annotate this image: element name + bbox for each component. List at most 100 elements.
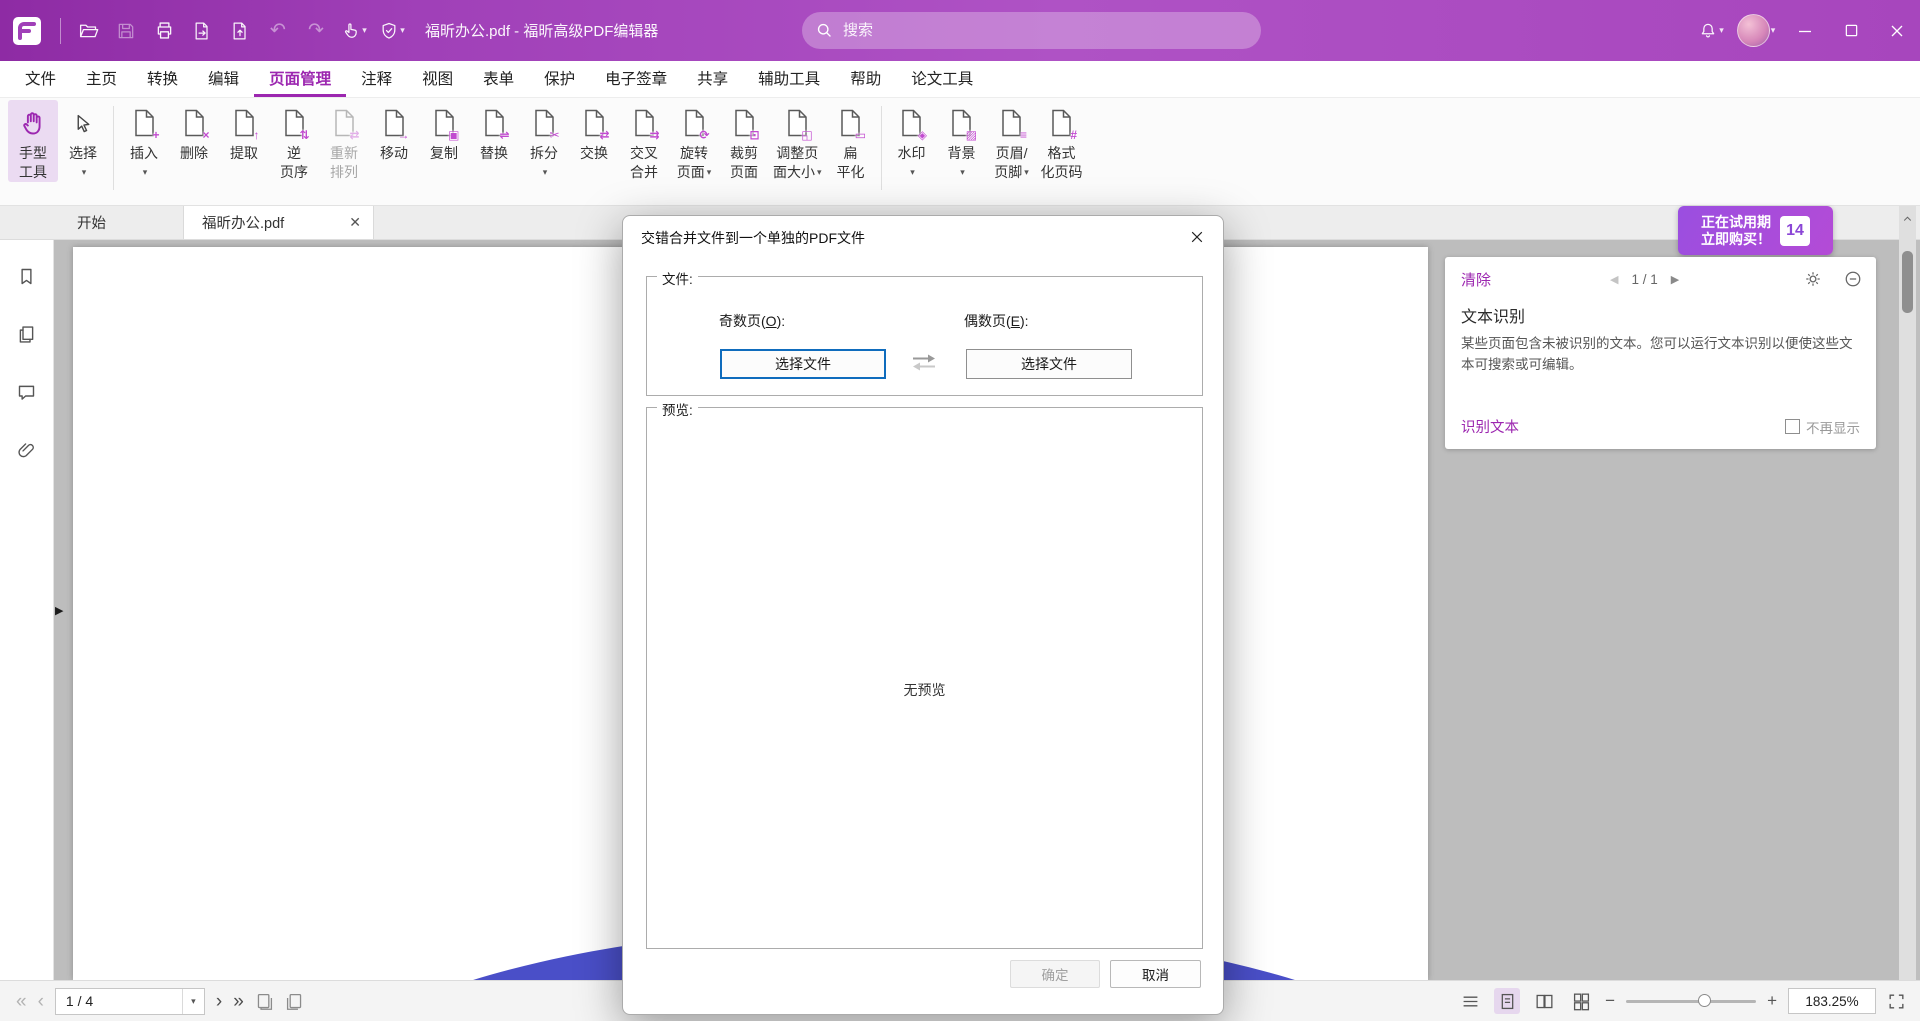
- notifications-bell-icon[interactable]: ▾: [1692, 0, 1730, 61]
- last-page-icon[interactable]: »: [233, 992, 244, 1011]
- menu-view[interactable]: 视图: [407, 61, 468, 97]
- menu-file[interactable]: 文件: [10, 61, 71, 97]
- search-bar[interactable]: [802, 12, 1261, 49]
- ribbon-delete-pages[interactable]: ×删除: [169, 100, 219, 163]
- menu-accessibility-tools[interactable]: 辅助工具: [743, 61, 835, 97]
- ribbon-format-page-numbers[interactable]: #格式化页码: [1037, 100, 1087, 182]
- ribbon-hand-tool[interactable]: 手型工具: [8, 100, 58, 182]
- scrollbar-thumb[interactable]: [1902, 251, 1913, 313]
- ribbon-header-footer[interactable]: ≡页眉/页脚▾: [987, 100, 1037, 182]
- previous-notice-icon[interactable]: ◀: [1610, 273, 1618, 286]
- ribbon-swap-pages[interactable]: ⇄交换: [569, 100, 619, 163]
- choose-odd-file-button[interactable]: 选择文件: [720, 349, 886, 379]
- export-document-icon[interactable]: [183, 0, 221, 61]
- previous-view-icon[interactable]: [255, 992, 274, 1011]
- ribbon-insert-pages[interactable]: +插入▾: [119, 100, 169, 182]
- menu-convert[interactable]: 转换: [132, 61, 193, 97]
- next-page-icon[interactable]: ›: [216, 992, 222, 1011]
- buy-now-trial-badge[interactable]: 正在试用期 立即购买！ 14: [1678, 206, 1833, 255]
- checkbox[interactable]: [1785, 419, 1800, 434]
- ribbon-select-tool[interactable]: 选择▾: [58, 100, 108, 182]
- ribbon-background[interactable]: ▨背景▾: [937, 100, 987, 182]
- tab-start[interactable]: 开始: [0, 206, 184, 239]
- recognize-text-link[interactable]: 识别文本: [1461, 416, 1519, 437]
- page-number-input[interactable]: 1 / 4 ▾: [55, 988, 205, 1015]
- settings-gear-icon[interactable]: [1804, 270, 1822, 288]
- panel-expand-handle[interactable]: ▶: [55, 604, 63, 617]
- zoom-out-icon[interactable]: −: [1605, 991, 1615, 1011]
- ribbon-split-document[interactable]: ✂拆分▾: [519, 100, 569, 182]
- menu-paper-tools[interactable]: 论文工具: [896, 61, 988, 97]
- watermark-icon: ◈: [900, 102, 923, 144]
- scroll-up-icon[interactable]: [1899, 212, 1916, 225]
- share-document-icon[interactable]: [221, 0, 259, 61]
- files-group-label: 文件:: [657, 268, 698, 288]
- pages-icon[interactable]: [9, 316, 45, 352]
- comments-icon[interactable]: [9, 374, 45, 410]
- single-page-view-icon[interactable]: [1494, 988, 1520, 1014]
- menu-form[interactable]: 表单: [468, 61, 529, 97]
- odd-pages-label: 奇数页(O):: [719, 311, 785, 331]
- bookmark-icon[interactable]: [9, 258, 45, 294]
- previous-page-icon[interactable]: ‹: [38, 992, 44, 1011]
- dont-show-again-checkbox[interactable]: 不再显示: [1785, 417, 1860, 437]
- ribbon-copy-pages[interactable]: ▣复制: [419, 100, 469, 163]
- ribbon-crop-pages[interactable]: ⊡裁剪页面: [719, 100, 769, 182]
- attachments-icon[interactable]: [9, 432, 45, 468]
- ribbon-extract-pages[interactable]: ↑提取: [219, 100, 269, 163]
- next-view-icon[interactable]: [285, 992, 304, 1011]
- quick-action-icon[interactable]: ▾: [335, 0, 373, 61]
- protect-icon[interactable]: ▾: [373, 0, 411, 61]
- zoom-in-icon[interactable]: +: [1767, 991, 1777, 1011]
- rearrange-pages-icon: ⇄: [333, 102, 356, 144]
- ribbon-resize-pages[interactable]: ◱调整页面大小▾: [769, 100, 826, 182]
- collapse-panel-icon[interactable]: [1844, 270, 1862, 288]
- open-file-icon[interactable]: [69, 0, 107, 61]
- next-notice-icon[interactable]: ▶: [1671, 273, 1679, 286]
- menu-share[interactable]: 共享: [682, 61, 743, 97]
- cancel-button[interactable]: 取消: [1110, 960, 1201, 988]
- minimize-button[interactable]: [1782, 0, 1828, 61]
- zoom-slider-thumb[interactable]: [1698, 994, 1711, 1007]
- dialog-close-icon[interactable]: [1177, 220, 1217, 254]
- close-button[interactable]: [1874, 0, 1920, 61]
- print-icon[interactable]: [145, 0, 183, 61]
- menu-home[interactable]: 主页: [71, 61, 132, 97]
- menu-page-management[interactable]: 页面管理: [254, 61, 346, 97]
- zoom-level-input[interactable]: 183.25%: [1788, 988, 1876, 1014]
- menu-esign[interactable]: 电子签章: [590, 61, 682, 97]
- vertical-scrollbar[interactable]: [1899, 206, 1916, 980]
- close-tab-icon[interactable]: ✕: [349, 214, 361, 231]
- menu-protect[interactable]: 保护: [529, 61, 590, 97]
- ribbon-interleave-merge[interactable]: ⇉交叉合并: [619, 100, 669, 182]
- first-page-icon[interactable]: «: [16, 992, 27, 1011]
- avatar[interactable]: [1737, 14, 1770, 47]
- chevron-down-icon: ▾: [1771, 25, 1776, 36]
- search-input[interactable]: [843, 22, 1247, 39]
- ribbon-replace-pages[interactable]: ⇌替换: [469, 100, 519, 163]
- continuous-facing-view-icon[interactable]: [1568, 988, 1594, 1014]
- two-page-view-icon[interactable]: [1531, 988, 1557, 1014]
- interleave-merge-icon: ⇉: [633, 102, 656, 144]
- ribbon-reverse-page-order[interactable]: ⇅逆页序: [269, 100, 319, 182]
- redo-icon: ↷: [297, 0, 335, 61]
- maximize-button[interactable]: [1828, 0, 1874, 61]
- tab-document[interactable]: 福昕办公.pdf ✕: [184, 206, 374, 239]
- ribbon-watermark[interactable]: ◈水印▾: [887, 100, 937, 182]
- ribbon-move-pages[interactable]: →移动: [369, 100, 419, 163]
- page-dropdown-icon[interactable]: ▾: [182, 989, 204, 1014]
- menu-help[interactable]: 帮助: [835, 61, 896, 97]
- zoom-slider[interactable]: [1626, 994, 1756, 1008]
- ribbon-rotate-pages[interactable]: ⟳旋转页面▾: [669, 100, 719, 182]
- reading-mode-view-icon[interactable]: [1457, 988, 1483, 1014]
- choose-even-file-button[interactable]: 选择文件: [966, 349, 1132, 379]
- menu-edit[interactable]: 编辑: [193, 61, 254, 97]
- save-icon[interactable]: [107, 0, 145, 61]
- menu-comment[interactable]: 注释: [346, 61, 407, 97]
- fit-screen-icon[interactable]: [1887, 992, 1906, 1011]
- clear-button[interactable]: 清除: [1461, 269, 1491, 290]
- ribbon-flatten[interactable]: ▭扁平化: [826, 100, 876, 182]
- select-tool-icon: [73, 102, 94, 144]
- divider: [60, 18, 61, 44]
- account-avatar[interactable]: ▾: [1730, 0, 1782, 61]
